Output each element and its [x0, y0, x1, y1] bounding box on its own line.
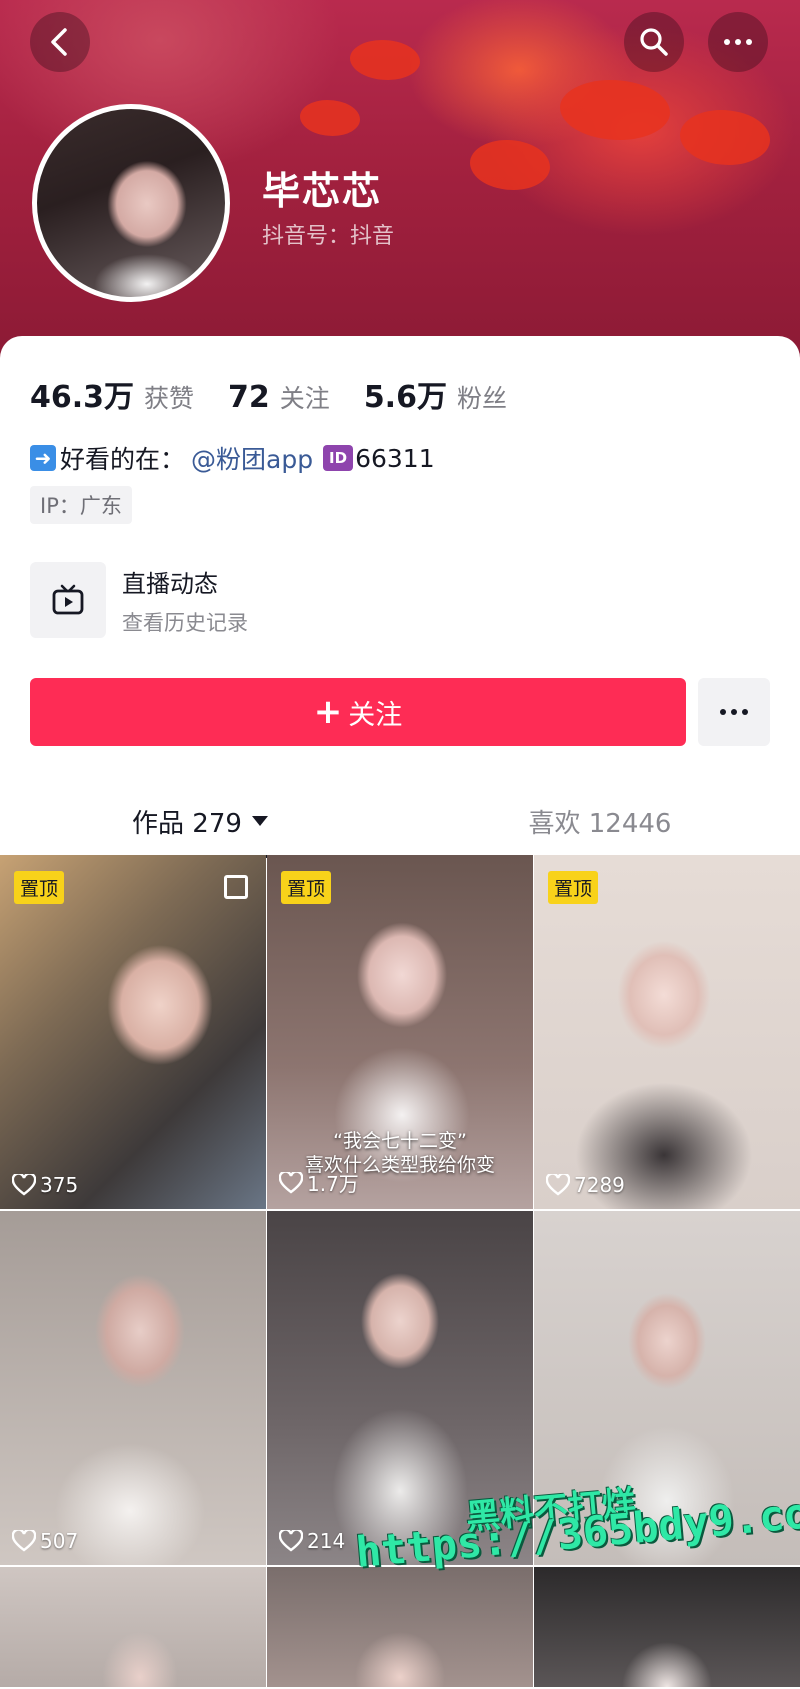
live-history-entry[interactable]: 直播动态 查看历史记录	[30, 562, 248, 638]
bio: ➜ 好看的在： @粉团app ID 66311	[30, 440, 435, 476]
bio-prefix: 好看的在：	[60, 445, 186, 474]
like-count-value: 507	[40, 1529, 79, 1553]
video-thumbnail[interactable]	[534, 1567, 800, 1687]
content-tabs: 作品 279 喜欢 12446	[0, 786, 800, 858]
pinned-badge: 置顶	[281, 871, 332, 904]
tab-likes[interactable]: 喜欢 12446	[400, 786, 800, 856]
id-emoji-icon: ID	[323, 445, 354, 471]
video-thumbnail[interactable]: 置顶 “我会七十二变” 喜欢什么类型我给你变 1.7万	[267, 855, 533, 1209]
display-name: 毕芯芯	[262, 169, 383, 213]
stat-label: 关注	[279, 384, 330, 413]
live-icon-box	[30, 562, 106, 638]
back-arrow-icon	[51, 28, 67, 56]
stat-likes[interactable]: 46.3万 获赞	[30, 372, 194, 416]
heart-icon	[12, 1174, 36, 1196]
like-count-value: 375	[40, 1173, 79, 1197]
like-count: 1.7万	[279, 1168, 359, 1197]
stat-following[interactable]: 72 关注	[228, 379, 330, 415]
video-thumbnail[interactable]: 置顶 375	[0, 855, 266, 1209]
stat-value: 46.3万	[30, 380, 135, 415]
stat-label: 粉丝	[456, 384, 507, 413]
heart-icon	[546, 1174, 570, 1196]
more-dots-icon	[724, 39, 752, 45]
heart-icon	[279, 1530, 303, 1552]
avatar[interactable]	[32, 104, 230, 302]
fish-decoration	[300, 100, 360, 136]
back-button[interactable]	[30, 12, 90, 72]
like-count: 507	[12, 1529, 78, 1553]
douyin-id: 抖音号：抖音	[262, 224, 395, 249]
like-count-value: 7289	[574, 1173, 625, 1197]
stat-value: 72	[228, 380, 270, 415]
bio-mention-link[interactable]: @粉团app	[191, 440, 313, 476]
like-count: 214	[279, 1529, 345, 1553]
live-subtitle: 查看历史记录	[122, 610, 248, 635]
caret-down-icon	[251, 816, 268, 826]
fish-decoration	[560, 80, 670, 140]
more-dots-icon	[720, 709, 748, 715]
live-title: 直播动态	[122, 569, 218, 598]
right-arrow-emoji-icon: ➜	[30, 445, 56, 471]
plus-icon: +	[313, 692, 343, 732]
fish-decoration	[680, 110, 770, 165]
ip-location-tag: IP：广东	[30, 486, 132, 524]
like-count: 7289	[546, 1173, 625, 1197]
like-count-value: 1.7万	[307, 1172, 359, 1196]
tv-icon	[52, 584, 84, 615]
video-thumbnail[interactable]	[267, 1567, 533, 1687]
tab-works[interactable]: 作品 279	[0, 786, 400, 858]
bio-id-number: 66311	[355, 443, 435, 473]
pinned-badge: 置顶	[548, 871, 599, 904]
search-icon	[640, 28, 668, 56]
heart-icon	[12, 1530, 36, 1552]
video-thumbnail[interactable]	[0, 1567, 266, 1687]
live-texts: 直播动态 查看历史记录	[122, 564, 248, 637]
heart-icon	[279, 1171, 303, 1194]
like-count: 375	[12, 1173, 78, 1197]
stat-value: 5.6万	[363, 380, 447, 415]
video-thumbnail[interactable]: 507	[0, 1211, 266, 1565]
profile-more-button[interactable]	[698, 678, 770, 746]
stat-followers[interactable]: 5.6万 粉丝	[364, 372, 507, 416]
like-count-value: 214	[307, 1529, 346, 1553]
stat-label: 获赞	[144, 384, 195, 413]
follow-label: 关注	[348, 699, 403, 731]
search-button[interactable]	[624, 12, 684, 72]
tab-likes-label: 喜欢 12446	[528, 808, 672, 839]
follow-button[interactable]: + 关注	[30, 678, 686, 746]
video-thumbnail[interactable]: 置顶 7289	[534, 855, 800, 1209]
stats-row: 46.3万 获赞 72 关注 5.6万 粉丝	[30, 372, 541, 416]
tab-works-label: 作品 279	[132, 808, 242, 839]
profile-card: 46.3万 获赞 72 关注 5.6万 粉丝 ➜ 好看的在： @粉团app ID…	[0, 336, 800, 858]
fish-decoration	[470, 140, 550, 190]
fish-decoration	[350, 40, 420, 80]
multi-image-icon	[224, 875, 248, 899]
pinned-badge: 置顶	[14, 871, 65, 904]
more-options-button[interactable]	[708, 12, 768, 72]
